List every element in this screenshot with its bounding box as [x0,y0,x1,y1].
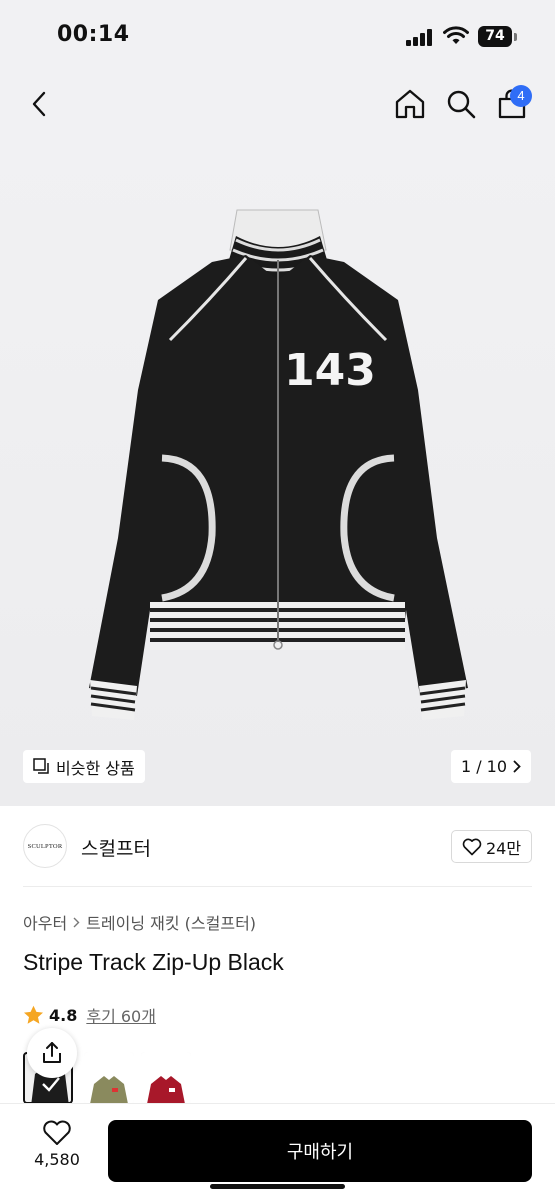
similar-products-button[interactable]: 비슷한 상품 [23,750,145,783]
chevron-left-icon [32,91,46,117]
brand-logo-text: SCULPTOR [27,842,63,850]
chevron-right-icon [73,917,80,927]
breadcrumb-subcategory[interactable]: 트레이닝 재킷 (스컬프터) [86,910,256,934]
copy-icon [33,758,49,774]
color-thumbnail-red[interactable] [141,1052,191,1104]
similar-products-label: 비슷한 상품 [56,758,135,778]
home-button[interactable] [392,86,428,122]
status-bar: 00:14 74 [0,0,555,72]
product-like-button[interactable]: 4,580 [23,1120,91,1180]
chevron-right-icon [513,760,521,773]
battery-indicator: 74 [478,26,512,47]
product-like-count: 4,580 [34,1150,80,1169]
brand-logo[interactable]: SCULPTOR [23,824,67,868]
signal-icon [406,28,436,46]
heart-icon [43,1120,71,1145]
search-button[interactable] [443,86,479,122]
search-icon [447,90,476,119]
cart-count-badge: 4 [510,85,532,107]
image-pager[interactable]: 1 / 10 [451,750,531,783]
product-title: Stripe Track Zip-Up Black [23,949,284,975]
jacket-patch-text: 143 [284,345,376,396]
thumbnail-olive-jacket [84,1052,134,1104]
buy-button[interactable]: 구매하기 [108,1120,532,1182]
wifi-icon [443,26,469,44]
product-image[interactable]: 143 [0,140,555,806]
home-indicator [210,1184,345,1189]
brand-like-button[interactable]: 24만 [451,830,532,863]
share-button[interactable] [27,1028,77,1078]
brand-like-count: 24만 [485,838,522,858]
heart-icon [462,838,482,855]
rating-row[interactable]: 4.8 후기 60개 [23,1003,156,1027]
rating-score: 4.8 [49,1005,78,1025]
breadcrumb: 아우터 트레이닝 재킷 (스컬프터) [23,910,256,934]
back-button[interactable] [22,86,58,122]
pager-text: 1 / 10 [460,757,508,776]
clock: 00:14 [57,22,130,47]
divider [23,886,532,887]
home-icon [395,89,425,119]
thumbnail-red-jacket [141,1052,191,1104]
brand-name[interactable]: 스컬프터 [81,834,151,861]
jacket-illustration: 143 [89,209,468,720]
battery-tip [514,33,517,41]
breadcrumb-category[interactable]: 아우터 [23,910,67,934]
star-icon [24,1005,43,1024]
color-thumbnail-olive[interactable] [84,1052,134,1104]
review-count-link[interactable]: 후기 60개 [86,1003,156,1027]
share-icon [43,1042,61,1063]
